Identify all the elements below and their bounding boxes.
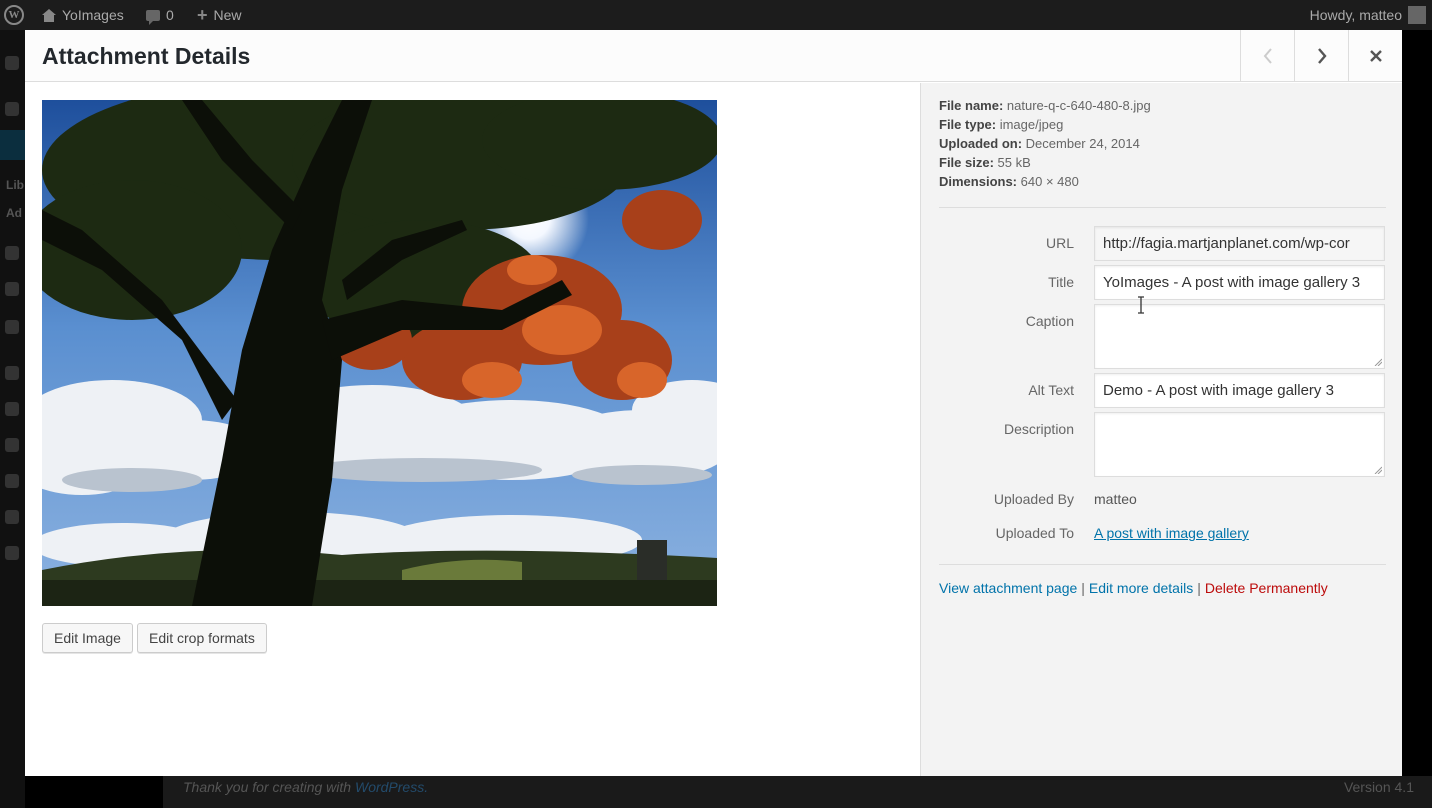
file-size-row: File size: 55 kB (939, 155, 1031, 170)
view-attachment-page-link[interactable]: View attachment page (939, 580, 1077, 596)
uploaded-to-link[interactable]: A post with image gallery (1094, 525, 1249, 541)
text-cursor-icon (1138, 296, 1144, 314)
title-input[interactable]: YoImages - A post with image gallery 3 (1094, 265, 1385, 300)
close-modal-button[interactable] (1348, 30, 1402, 82)
admin-sidebar: Lib Ad (0, 30, 25, 808)
footer-thanks: Thank you for creating with WordPress. (183, 779, 428, 795)
my-account-menu[interactable]: Howdy, matteo (1310, 0, 1426, 30)
pages-icon[interactable] (5, 246, 19, 260)
edit-crop-formats-button[interactable]: Edit crop formats (137, 623, 267, 653)
file-type-row: File type: image/jpeg (939, 117, 1063, 132)
file-name-value: nature-q-c-640-480-8.jpg (1006, 98, 1151, 113)
page-title: Attachment Details (42, 43, 251, 69)
comments-icon[interactable] (5, 282, 19, 296)
modal-header: Attachment Details (25, 30, 1402, 82)
chevron-right-icon (1317, 48, 1327, 64)
dimensions-row: Dimensions: 640 × 480 (939, 174, 1079, 189)
uploaded-on-label: Uploaded on: (939, 136, 1023, 151)
attachment-info: File name: nature-q-c-640-480-8.jpg File… (920, 83, 1402, 776)
modal-body: Edit Image Edit crop formats File name: … (25, 83, 1402, 776)
comments-link[interactable]: 0 (146, 0, 174, 30)
uploaded-on-value: December 24, 2014 (1025, 136, 1140, 151)
attachment-media-view: Edit Image Edit crop formats (25, 83, 920, 776)
footer-wordpress-link[interactable]: WordPress. (355, 779, 428, 795)
comments-count: 0 (166, 7, 174, 23)
alt-text-label: Alt Text (1028, 382, 1074, 398)
site-name-link[interactable]: YoImages (42, 0, 124, 30)
description-label: Description (1003, 421, 1074, 437)
settings-icon[interactable] (5, 510, 19, 524)
chevron-left-icon (1263, 48, 1272, 64)
resize-handle-icon[interactable] (1374, 466, 1382, 474)
tools-icon[interactable] (5, 474, 19, 488)
separator: | (1081, 580, 1085, 596)
url-label: URL (1045, 235, 1074, 251)
previous-attachment-button[interactable] (1240, 30, 1294, 82)
url-input[interactable]: http://fagia.martjanplanet.com/wp-cor (1094, 226, 1385, 261)
description-textarea[interactable] (1094, 412, 1385, 477)
plus-icon: + (197, 5, 208, 25)
comment-bubble-icon (146, 9, 160, 25)
new-label: New (213, 7, 242, 23)
close-icon (1369, 50, 1382, 62)
avatar (1408, 6, 1426, 24)
admin-bar: W YoImages 0 + New Howdy, matteo (0, 0, 1432, 30)
caption-label: Caption (1025, 313, 1074, 329)
dimensions-label: Dimensions: (939, 174, 1018, 189)
admin-footer: Thank you for creating with WordPress. V… (163, 776, 1432, 808)
file-type-value: image/jpeg (999, 117, 1064, 132)
file-name-label: File name: (939, 98, 1004, 113)
home-icon (42, 8, 56, 22)
site-name: YoImages (62, 7, 124, 23)
footer-version: Version 4.1 (1343, 779, 1414, 795)
actions-divider (939, 564, 1386, 565)
separator: | (1197, 580, 1201, 596)
sidebar-library-label[interactable]: Lib (6, 178, 24, 192)
uploaded-by-value: matteo (1094, 491, 1137, 507)
wp-logo-menu[interactable]: W (4, 0, 24, 30)
sidebar-add-label[interactable]: Ad (6, 206, 22, 220)
details-divider (939, 207, 1386, 208)
file-size-label: File size: (939, 155, 994, 170)
file-type-label: File type: (939, 117, 997, 132)
title-label: Title (1048, 274, 1074, 290)
uploaded-on-row: Uploaded on: December 24, 2014 (939, 136, 1140, 151)
edit-image-button[interactable]: Edit Image (42, 623, 133, 653)
appearance-icon[interactable] (5, 366, 19, 380)
media-menu-active[interactable] (0, 130, 25, 160)
attachment-preview-image (42, 100, 717, 606)
file-name-row: File name: nature-q-c-640-480-8.jpg (939, 98, 1151, 113)
attachment-actions: View attachment page | Edit more details | D… (939, 580, 1328, 596)
file-size-value: 55 kB (997, 155, 1031, 170)
resize-handle-icon[interactable] (1374, 358, 1382, 366)
collapse-menu-icon[interactable] (5, 546, 19, 560)
dashboard-icon[interactable] (5, 56, 19, 70)
attachment-details-modal: Attachment Details Edit Image Edit crop … (25, 30, 1402, 776)
uploaded-by-label: Uploaded By (993, 491, 1074, 507)
howdy-greeting: Howdy, matteo (1309, 7, 1402, 23)
uploaded-to-label: Uploaded To (995, 525, 1074, 541)
alt-text-input[interactable]: Demo - A post with image gallery 3 (1094, 373, 1385, 408)
plugins-icon[interactable] (5, 402, 19, 416)
wordpress-logo-icon: W (4, 5, 24, 25)
posts-icon[interactable] (5, 102, 19, 116)
footer-thanks-text: Thank you for creating with (183, 779, 352, 795)
next-attachment-button[interactable] (1294, 30, 1348, 82)
mail-icon[interactable] (5, 320, 19, 334)
delete-permanently-link[interactable]: Delete Permanently (1205, 580, 1328, 596)
edit-more-details-link[interactable]: Edit more details (1089, 580, 1193, 596)
new-content-menu[interactable]: + New (197, 0, 242, 30)
users-icon[interactable] (5, 438, 19, 452)
dimensions-value: 640 × 480 (1020, 174, 1079, 189)
